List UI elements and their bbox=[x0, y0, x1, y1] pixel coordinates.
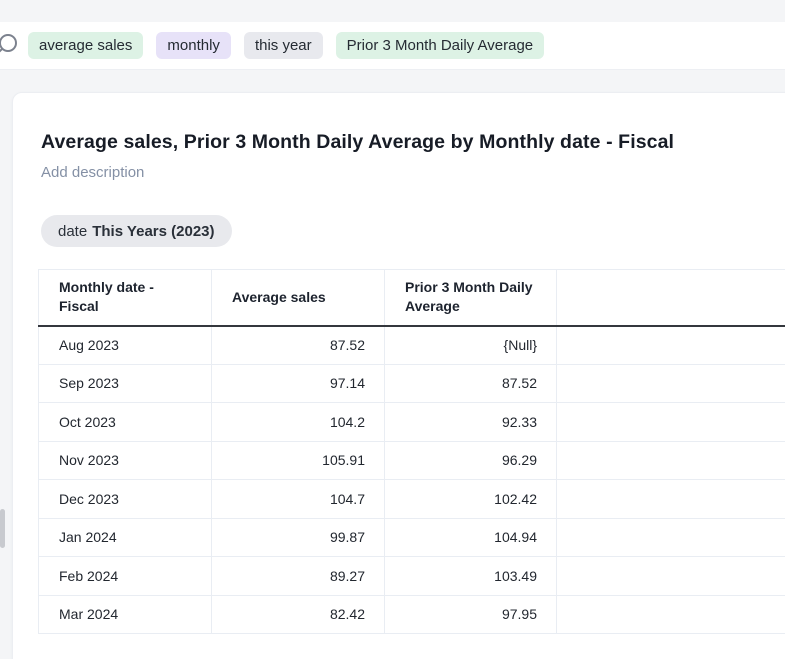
cell-empty bbox=[557, 480, 785, 519]
table-body: Aug 202387.52{Null}Sep 202397.1487.52Oct… bbox=[39, 326, 785, 634]
cell-value[interactable]: 92.33 bbox=[385, 403, 557, 442]
answer-title: Average sales, Prior 3 Month Daily Avera… bbox=[41, 130, 674, 154]
cell-date[interactable]: Aug 2023 bbox=[39, 326, 212, 365]
search-token[interactable]: average sales bbox=[28, 32, 143, 59]
cell-value[interactable]: 87.52 bbox=[212, 326, 385, 365]
cell-date[interactable]: Nov 2023 bbox=[39, 441, 212, 480]
table-row: Mar 202482.4297.95 bbox=[39, 595, 785, 634]
cell-value[interactable]: 96.29 bbox=[385, 441, 557, 480]
cell-date[interactable]: Sep 2023 bbox=[39, 364, 212, 403]
cell-empty bbox=[557, 441, 785, 480]
cell-value[interactable]: 103.49 bbox=[385, 557, 557, 596]
cell-value[interactable]: {Null} bbox=[385, 326, 557, 365]
search-token[interactable]: this year bbox=[244, 32, 323, 59]
left-scrollbar-thumb[interactable] bbox=[0, 509, 5, 548]
cell-empty bbox=[557, 364, 785, 403]
cell-value[interactable]: 82.42 bbox=[212, 595, 385, 634]
table-row: Dec 2023104.7102.42 bbox=[39, 480, 785, 519]
cell-empty bbox=[557, 326, 785, 365]
search-bar[interactable]: average sales monthly this year Prior 3 Mon… bbox=[0, 22, 785, 70]
table-row: Sep 202397.1487.52 bbox=[39, 364, 785, 403]
cell-empty bbox=[557, 518, 785, 557]
cell-value[interactable]: 97.95 bbox=[385, 595, 557, 634]
search-token[interactable]: Prior 3 Month Daily Average bbox=[336, 32, 544, 59]
column-header-empty bbox=[557, 270, 785, 326]
date-filter-chip[interactable]: date This Years (2023) bbox=[41, 215, 232, 247]
cell-date[interactable]: Feb 2024 bbox=[39, 557, 212, 596]
cell-empty bbox=[557, 403, 785, 442]
search-tokens: average sales monthly this year Prior 3 Mon… bbox=[28, 32, 544, 59]
cell-value[interactable]: 102.42 bbox=[385, 480, 557, 519]
cell-empty bbox=[557, 557, 785, 596]
cell-value[interactable]: 89.27 bbox=[212, 557, 385, 596]
column-header[interactable]: Prior 3 Month Daily Average bbox=[385, 270, 557, 326]
search-token[interactable]: monthly bbox=[156, 32, 231, 59]
cell-date[interactable]: Oct 2023 bbox=[39, 403, 212, 442]
add-description-button[interactable]: Add description bbox=[41, 163, 144, 183]
table-row: Oct 2023104.292.33 bbox=[39, 403, 785, 442]
table-row: Nov 2023105.9196.29 bbox=[39, 441, 785, 480]
cell-value[interactable]: 87.52 bbox=[385, 364, 557, 403]
cell-value[interactable]: 99.87 bbox=[212, 518, 385, 557]
cell-value[interactable]: 104.94 bbox=[385, 518, 557, 557]
search-icon bbox=[0, 31, 22, 61]
results-table-container: Monthly date - FiscalAverage salesPrior … bbox=[38, 269, 785, 634]
table-header-row: Monthly date - FiscalAverage salesPrior … bbox=[39, 270, 785, 326]
cell-value[interactable]: 105.91 bbox=[212, 441, 385, 480]
filter-chip-label: date bbox=[58, 223, 87, 240]
table-row: Feb 202489.27103.49 bbox=[39, 557, 785, 596]
answer-card: Average sales, Prior 3 Month Daily Avera… bbox=[12, 92, 785, 659]
cell-empty bbox=[557, 595, 785, 634]
table-header: Monthly date - FiscalAverage salesPrior … bbox=[39, 270, 785, 326]
cell-date[interactable]: Mar 2024 bbox=[39, 595, 212, 634]
filter-chip-value: This Years (2023) bbox=[92, 223, 214, 240]
cell-value[interactable]: 104.7 bbox=[212, 480, 385, 519]
cell-value[interactable]: 104.2 bbox=[212, 403, 385, 442]
table-row: Aug 202387.52{Null} bbox=[39, 326, 785, 365]
cell-value[interactable]: 97.14 bbox=[212, 364, 385, 403]
results-table: Monthly date - FiscalAverage salesPrior … bbox=[38, 269, 785, 634]
cell-date[interactable]: Jan 2024 bbox=[39, 518, 212, 557]
column-header[interactable]: Average sales bbox=[212, 270, 385, 326]
table-row: Jan 202499.87104.94 bbox=[39, 518, 785, 557]
column-header[interactable]: Monthly date - Fiscal bbox=[39, 270, 212, 326]
cell-date[interactable]: Dec 2023 bbox=[39, 480, 212, 519]
